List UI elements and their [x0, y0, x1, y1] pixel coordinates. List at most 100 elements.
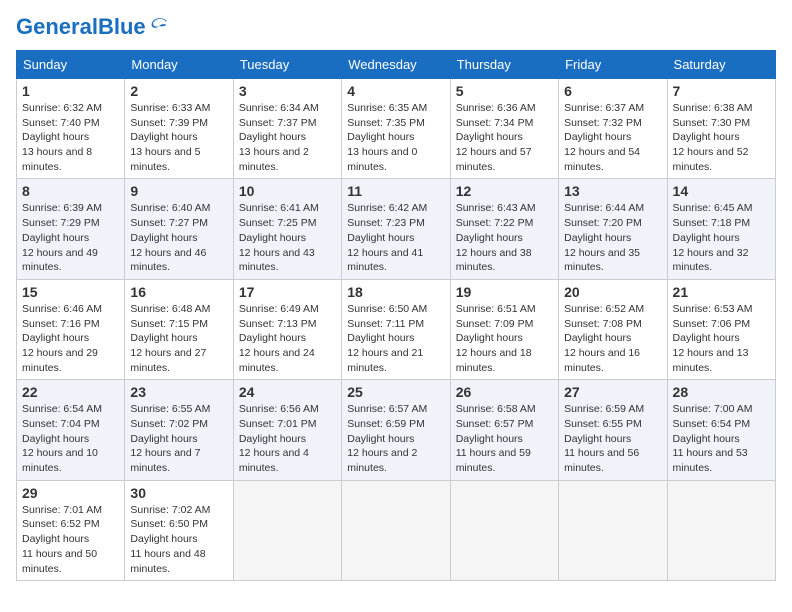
- calendar-cell: 18 Sunrise: 6:50 AM Sunset: 7:11 PM Dayl…: [342, 279, 450, 379]
- calendar-cell: 3 Sunrise: 6:34 AM Sunset: 7:37 PM Dayli…: [233, 79, 341, 179]
- day-info: Sunrise: 6:34 AM Sunset: 7:37 PM Dayligh…: [239, 101, 336, 174]
- calendar-cell: [233, 480, 341, 580]
- day-info: Sunrise: 6:48 AM Sunset: 7:15 PM Dayligh…: [130, 302, 227, 375]
- calendar-cell: 17 Sunrise: 6:49 AM Sunset: 7:13 PM Dayl…: [233, 279, 341, 379]
- day-info: Sunrise: 6:32 AM Sunset: 7:40 PM Dayligh…: [22, 101, 119, 174]
- day-info: Sunrise: 6:35 AM Sunset: 7:35 PM Dayligh…: [347, 101, 444, 174]
- day-info: Sunrise: 6:49 AM Sunset: 7:13 PM Dayligh…: [239, 302, 336, 375]
- calendar-cell: 13 Sunrise: 6:44 AM Sunset: 7:20 PM Dayl…: [559, 179, 667, 279]
- logo-general: General: [16, 14, 98, 39]
- calendar-table: SundayMondayTuesdayWednesdayThursdayFrid…: [16, 50, 776, 581]
- day-number: 1: [22, 83, 119, 99]
- day-number: 22: [22, 384, 119, 400]
- calendar-cell: [559, 480, 667, 580]
- calendar-week-row: 15 Sunrise: 6:46 AM Sunset: 7:16 PM Dayl…: [17, 279, 776, 379]
- col-header-thursday: Thursday: [450, 51, 558, 79]
- calendar-cell: 6 Sunrise: 6:37 AM Sunset: 7:32 PM Dayli…: [559, 79, 667, 179]
- day-number: 16: [130, 284, 227, 300]
- day-number: 13: [564, 183, 661, 199]
- day-info: Sunrise: 6:41 AM Sunset: 7:25 PM Dayligh…: [239, 201, 336, 274]
- calendar-cell: [342, 480, 450, 580]
- day-number: 11: [347, 183, 444, 199]
- day-number: 10: [239, 183, 336, 199]
- day-info: Sunrise: 6:50 AM Sunset: 7:11 PM Dayligh…: [347, 302, 444, 375]
- calendar-cell: [667, 480, 775, 580]
- day-number: 7: [673, 83, 770, 99]
- calendar-week-row: 1 Sunrise: 6:32 AM Sunset: 7:40 PM Dayli…: [17, 79, 776, 179]
- calendar-cell: 30 Sunrise: 7:02 AM Sunset: 6:50 PM Dayl…: [125, 480, 233, 580]
- day-number: 15: [22, 284, 119, 300]
- day-number: 26: [456, 384, 553, 400]
- calendar-week-row: 29 Sunrise: 7:01 AM Sunset: 6:52 PM Dayl…: [17, 480, 776, 580]
- day-info: Sunrise: 6:57 AM Sunset: 6:59 PM Dayligh…: [347, 402, 444, 475]
- calendar-cell: 19 Sunrise: 6:51 AM Sunset: 7:09 PM Dayl…: [450, 279, 558, 379]
- day-number: 23: [130, 384, 227, 400]
- day-info: Sunrise: 6:33 AM Sunset: 7:39 PM Dayligh…: [130, 101, 227, 174]
- day-number: 8: [22, 183, 119, 199]
- day-info: Sunrise: 6:45 AM Sunset: 7:18 PM Dayligh…: [673, 201, 770, 274]
- calendar-cell: 25 Sunrise: 6:57 AM Sunset: 6:59 PM Dayl…: [342, 380, 450, 480]
- day-number: 20: [564, 284, 661, 300]
- day-number: 29: [22, 485, 119, 501]
- calendar-cell: 15 Sunrise: 6:46 AM Sunset: 7:16 PM Dayl…: [17, 279, 125, 379]
- day-info: Sunrise: 6:54 AM Sunset: 7:04 PM Dayligh…: [22, 402, 119, 475]
- day-info: Sunrise: 6:40 AM Sunset: 7:27 PM Dayligh…: [130, 201, 227, 274]
- day-info: Sunrise: 7:02 AM Sunset: 6:50 PM Dayligh…: [130, 503, 227, 576]
- day-info: Sunrise: 6:44 AM Sunset: 7:20 PM Dayligh…: [564, 201, 661, 274]
- day-number: 18: [347, 284, 444, 300]
- day-info: Sunrise: 6:39 AM Sunset: 7:29 PM Dayligh…: [22, 201, 119, 274]
- calendar-cell: 7 Sunrise: 6:38 AM Sunset: 7:30 PM Dayli…: [667, 79, 775, 179]
- col-header-sunday: Sunday: [17, 51, 125, 79]
- calendar-cell: 12 Sunrise: 6:43 AM Sunset: 7:22 PM Dayl…: [450, 179, 558, 279]
- day-info: Sunrise: 6:37 AM Sunset: 7:32 PM Dayligh…: [564, 101, 661, 174]
- calendar-cell: 20 Sunrise: 6:52 AM Sunset: 7:08 PM Dayl…: [559, 279, 667, 379]
- day-number: 6: [564, 83, 661, 99]
- day-info: Sunrise: 6:42 AM Sunset: 7:23 PM Dayligh…: [347, 201, 444, 274]
- logo-text: GeneralBlue: [16, 16, 146, 38]
- day-number: 2: [130, 83, 227, 99]
- col-header-tuesday: Tuesday: [233, 51, 341, 79]
- day-number: 9: [130, 183, 227, 199]
- calendar-header-row: SundayMondayTuesdayWednesdayThursdayFrid…: [17, 51, 776, 79]
- day-number: 12: [456, 183, 553, 199]
- calendar-cell: 27 Sunrise: 6:59 AM Sunset: 6:55 PM Dayl…: [559, 380, 667, 480]
- calendar-cell: 23 Sunrise: 6:55 AM Sunset: 7:02 PM Dayl…: [125, 380, 233, 480]
- calendar-week-row: 22 Sunrise: 6:54 AM Sunset: 7:04 PM Dayl…: [17, 380, 776, 480]
- calendar-cell: 1 Sunrise: 6:32 AM Sunset: 7:40 PM Dayli…: [17, 79, 125, 179]
- day-number: 21: [673, 284, 770, 300]
- day-number: 24: [239, 384, 336, 400]
- calendar-cell: [450, 480, 558, 580]
- calendar-cell: 11 Sunrise: 6:42 AM Sunset: 7:23 PM Dayl…: [342, 179, 450, 279]
- calendar-cell: 22 Sunrise: 6:54 AM Sunset: 7:04 PM Dayl…: [17, 380, 125, 480]
- day-info: Sunrise: 6:56 AM Sunset: 7:01 PM Dayligh…: [239, 402, 336, 475]
- calendar-cell: 26 Sunrise: 6:58 AM Sunset: 6:57 PM Dayl…: [450, 380, 558, 480]
- calendar-cell: 29 Sunrise: 7:01 AM Sunset: 6:52 PM Dayl…: [17, 480, 125, 580]
- day-info: Sunrise: 6:59 AM Sunset: 6:55 PM Dayligh…: [564, 402, 661, 475]
- day-info: Sunrise: 6:38 AM Sunset: 7:30 PM Dayligh…: [673, 101, 770, 174]
- day-info: Sunrise: 6:51 AM Sunset: 7:09 PM Dayligh…: [456, 302, 553, 375]
- day-info: Sunrise: 6:53 AM Sunset: 7:06 PM Dayligh…: [673, 302, 770, 375]
- day-info: Sunrise: 6:43 AM Sunset: 7:22 PM Dayligh…: [456, 201, 553, 274]
- day-number: 4: [347, 83, 444, 99]
- calendar-cell: 5 Sunrise: 6:36 AM Sunset: 7:34 PM Dayli…: [450, 79, 558, 179]
- calendar-cell: 10 Sunrise: 6:41 AM Sunset: 7:25 PM Dayl…: [233, 179, 341, 279]
- calendar-cell: 2 Sunrise: 6:33 AM Sunset: 7:39 PM Dayli…: [125, 79, 233, 179]
- calendar-week-row: 8 Sunrise: 6:39 AM Sunset: 7:29 PM Dayli…: [17, 179, 776, 279]
- col-header-saturday: Saturday: [667, 51, 775, 79]
- logo: GeneralBlue: [16, 16, 170, 38]
- day-number: 5: [456, 83, 553, 99]
- logo-bird-icon: [148, 15, 170, 37]
- day-info: Sunrise: 7:00 AM Sunset: 6:54 PM Dayligh…: [673, 402, 770, 475]
- calendar-cell: 28 Sunrise: 7:00 AM Sunset: 6:54 PM Dayl…: [667, 380, 775, 480]
- day-number: 17: [239, 284, 336, 300]
- calendar-cell: 4 Sunrise: 6:35 AM Sunset: 7:35 PM Dayli…: [342, 79, 450, 179]
- day-number: 30: [130, 485, 227, 501]
- calendar-cell: 21 Sunrise: 6:53 AM Sunset: 7:06 PM Dayl…: [667, 279, 775, 379]
- calendar-cell: 16 Sunrise: 6:48 AM Sunset: 7:15 PM Dayl…: [125, 279, 233, 379]
- day-info: Sunrise: 6:52 AM Sunset: 7:08 PM Dayligh…: [564, 302, 661, 375]
- day-number: 19: [456, 284, 553, 300]
- col-header-monday: Monday: [125, 51, 233, 79]
- calendar-cell: 14 Sunrise: 6:45 AM Sunset: 7:18 PM Dayl…: [667, 179, 775, 279]
- calendar-cell: 24 Sunrise: 6:56 AM Sunset: 7:01 PM Dayl…: [233, 380, 341, 480]
- col-header-wednesday: Wednesday: [342, 51, 450, 79]
